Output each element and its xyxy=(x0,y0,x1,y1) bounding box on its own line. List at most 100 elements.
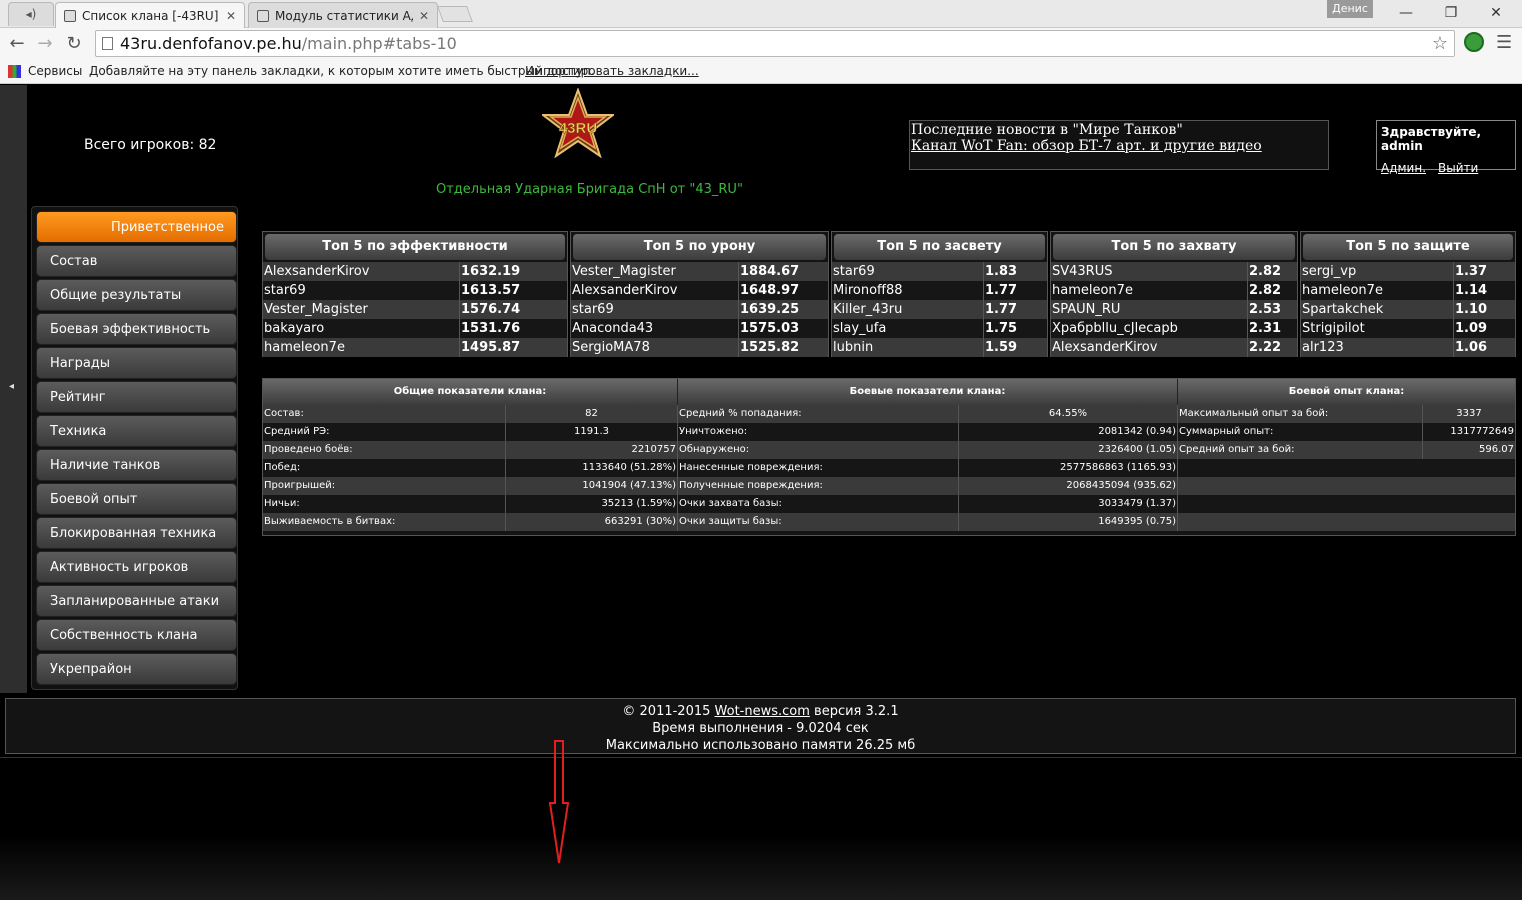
player-name: Mironoff88 xyxy=(833,283,903,298)
execution-time: Время выполнения - 9.0204 сек xyxy=(652,721,869,736)
player-name: Spartakchek xyxy=(1302,302,1384,317)
sidebar-item-rating[interactable]: Рейтинг xyxy=(36,381,237,413)
table-row: hameleon7e 1495.87 xyxy=(263,338,567,357)
tab-clan-list[interactable]: Список клана [-43RU] ✕ xyxy=(55,2,245,28)
sidebar-item-roster[interactable]: Состав xyxy=(36,245,237,277)
user-greeting-box: Здравствуйте, admin Админ. Выйти xyxy=(1376,120,1516,175)
profile-badge[interactable]: Денис xyxy=(1327,0,1373,18)
news-link[interactable]: Канал WoT Fan: обзор БТ-7 арт. и другие … xyxy=(911,138,1328,154)
player-name: SV43RUS xyxy=(1052,264,1113,279)
player-name: Vester_Magister xyxy=(264,302,368,317)
table-row: Средний РЭ: 1191.3 Уничтожено: 2081342 (… xyxy=(263,423,1515,441)
minimize-button[interactable]: — xyxy=(1386,2,1426,24)
back-arrow-icon[interactable]: ← xyxy=(5,32,29,56)
table-title: Топ 5 по урону xyxy=(573,234,826,260)
empty-cell xyxy=(1178,513,1515,531)
battle-stats-header: Боевые показатели клана: xyxy=(678,379,1178,405)
menu-icon[interactable]: ☰ xyxy=(1496,32,1512,53)
extension-icon[interactable] xyxy=(1464,32,1484,52)
brigade-title: Отдельная Ударная Бригада СпН от "43_RU" xyxy=(436,182,743,197)
stat-label: Нанесенные повреждения: xyxy=(678,459,959,477)
tab-title: Модуль статистики Адми xyxy=(275,8,413,23)
stat-label: Средний опыт за бой: xyxy=(1178,441,1423,459)
stat-label: Полученные повреждения: xyxy=(678,477,959,495)
browser-toolbar: ← → ↻ 43ru.denfofanov.pe.hu/main.php#tab… xyxy=(0,28,1522,60)
table-row: AlexsanderKirov 2.22 xyxy=(1051,338,1297,357)
sidebar-item-welcome[interactable]: Приветственное xyxy=(36,211,237,243)
stat-value: 82 xyxy=(506,405,678,423)
tab-title: Список клана [-43RU] xyxy=(82,8,219,23)
table-row: sergi_vp 1.37 xyxy=(1301,262,1515,281)
reload-icon[interactable]: ↻ xyxy=(62,32,86,56)
sidebar-item-efficiency[interactable]: Боевая эффективность xyxy=(36,313,237,345)
empty-cell xyxy=(1178,495,1515,513)
apps-grid-icon[interactable] xyxy=(8,65,21,78)
sidebar-item-clan-property[interactable]: Собственность клана xyxy=(36,619,237,651)
value: 1613.57 xyxy=(459,281,567,300)
maximize-button[interactable]: ❐ xyxy=(1431,2,1471,24)
table-title: Топ 5 по защите xyxy=(1303,234,1513,260)
table-title: Топ 5 по эффективности xyxy=(265,234,565,260)
sidebar-item-player-activity[interactable]: Активность игроков xyxy=(36,551,237,583)
forward-arrow-icon[interactable]: → xyxy=(33,32,57,56)
player-name: slay_ufa xyxy=(833,321,887,336)
new-tab-button[interactable] xyxy=(437,6,473,22)
value: 1.09 xyxy=(1453,319,1515,338)
stat-value: 2326400 (1.05) xyxy=(959,441,1178,459)
value: 1639.25 xyxy=(738,300,828,319)
player-name: AlexsanderKirov xyxy=(1052,340,1158,355)
page-icon xyxy=(102,37,113,50)
sidebar-item-battle-experience[interactable]: Боевой опыт xyxy=(36,483,237,515)
value: 2.53 xyxy=(1247,300,1297,319)
address-bar[interactable]: 43ru.denfofanov.pe.hu/main.php#tabs-10 ☆ xyxy=(95,30,1455,57)
table-row: hameleon7e 2.82 xyxy=(1051,281,1297,300)
stat-label: Очки захвата базы: xyxy=(678,495,959,513)
stat-label: Средний РЭ: xyxy=(263,423,506,441)
player-name: bakayaro xyxy=(264,321,325,336)
value: 1.77 xyxy=(983,300,1047,319)
bookmark-services[interactable]: Сервисы xyxy=(28,64,82,78)
table-row: AlexsanderKirov 1648.97 xyxy=(571,281,828,300)
news-title: Последние новости в "Мире Танков" xyxy=(911,122,1183,138)
sidebar-item-tank-availability[interactable]: Наличие танков xyxy=(36,449,237,481)
player-name: star69 xyxy=(264,283,306,298)
stat-label: Суммарный опыт: xyxy=(1178,423,1423,441)
import-bookmarks-link[interactable]: Импортировать закладки... xyxy=(525,64,699,78)
stat-label: Проведено боёв: xyxy=(263,441,506,459)
stat-label: Проигрышей: xyxy=(263,477,506,495)
value: 1.06 xyxy=(1453,338,1515,357)
tab-stats-module[interactable]: Модуль статистики Адми ✕ xyxy=(248,2,438,28)
logout-link[interactable]: Выйти xyxy=(1438,161,1478,175)
sidebar-item-vehicles[interactable]: Техника xyxy=(36,415,237,447)
player-name: Killer_43ru xyxy=(833,302,903,317)
bookmark-star-icon[interactable]: ☆ xyxy=(1432,31,1448,56)
admin-link[interactable]: Админ. xyxy=(1381,161,1426,175)
site-link[interactable]: Wot-news.com xyxy=(715,704,810,719)
table-row: star69 1639.25 xyxy=(571,300,828,319)
value: 1.10 xyxy=(1453,300,1515,319)
sidebar-item-general-results[interactable]: Общие результаты xyxy=(36,279,237,311)
close-window-button[interactable]: ✕ xyxy=(1476,2,1516,24)
value: 1.37 xyxy=(1453,262,1515,281)
audio-icon[interactable]: ◂) xyxy=(8,2,54,26)
value: 1.75 xyxy=(983,319,1047,338)
value: 2.31 xyxy=(1247,319,1297,338)
sidebar-item-awards[interactable]: Награды xyxy=(36,347,237,379)
close-icon[interactable]: ✕ xyxy=(226,9,236,23)
stat-label: Состав: xyxy=(263,405,506,423)
player-name: Храбpbllu_cJlecapb xyxy=(1052,321,1178,336)
table-row: SV43RUS 2.82 xyxy=(1051,262,1297,281)
stat-value: 1041904 (47.13%) xyxy=(506,477,678,495)
table-row: SPAUN_RU 2.53 xyxy=(1051,300,1297,319)
top5-damage-table: Топ 5 по урону Vester_Magister 1884.67 Al… xyxy=(570,231,829,357)
player-name: star69 xyxy=(833,264,875,279)
page-content: ◂ Всего игроков: 82 43RU Отдельная Ударн… xyxy=(0,85,1522,900)
sidebar-item-planned-attacks[interactable]: Запланированные атаки xyxy=(36,585,237,617)
sidebar-item-locked-vehicles[interactable]: Блокированная техника xyxy=(36,517,237,549)
close-icon[interactable]: ✕ xyxy=(419,9,429,23)
sidebar-item-stronghold[interactable]: Укрепрайон xyxy=(36,653,237,685)
value: 1.83 xyxy=(983,262,1047,281)
stat-value: 2577586863 (1165.93) xyxy=(959,459,1178,477)
stat-label: Выживаемость в битвах: xyxy=(263,513,506,531)
sidebar-collapse-strip[interactable]: ◂ xyxy=(0,85,27,693)
